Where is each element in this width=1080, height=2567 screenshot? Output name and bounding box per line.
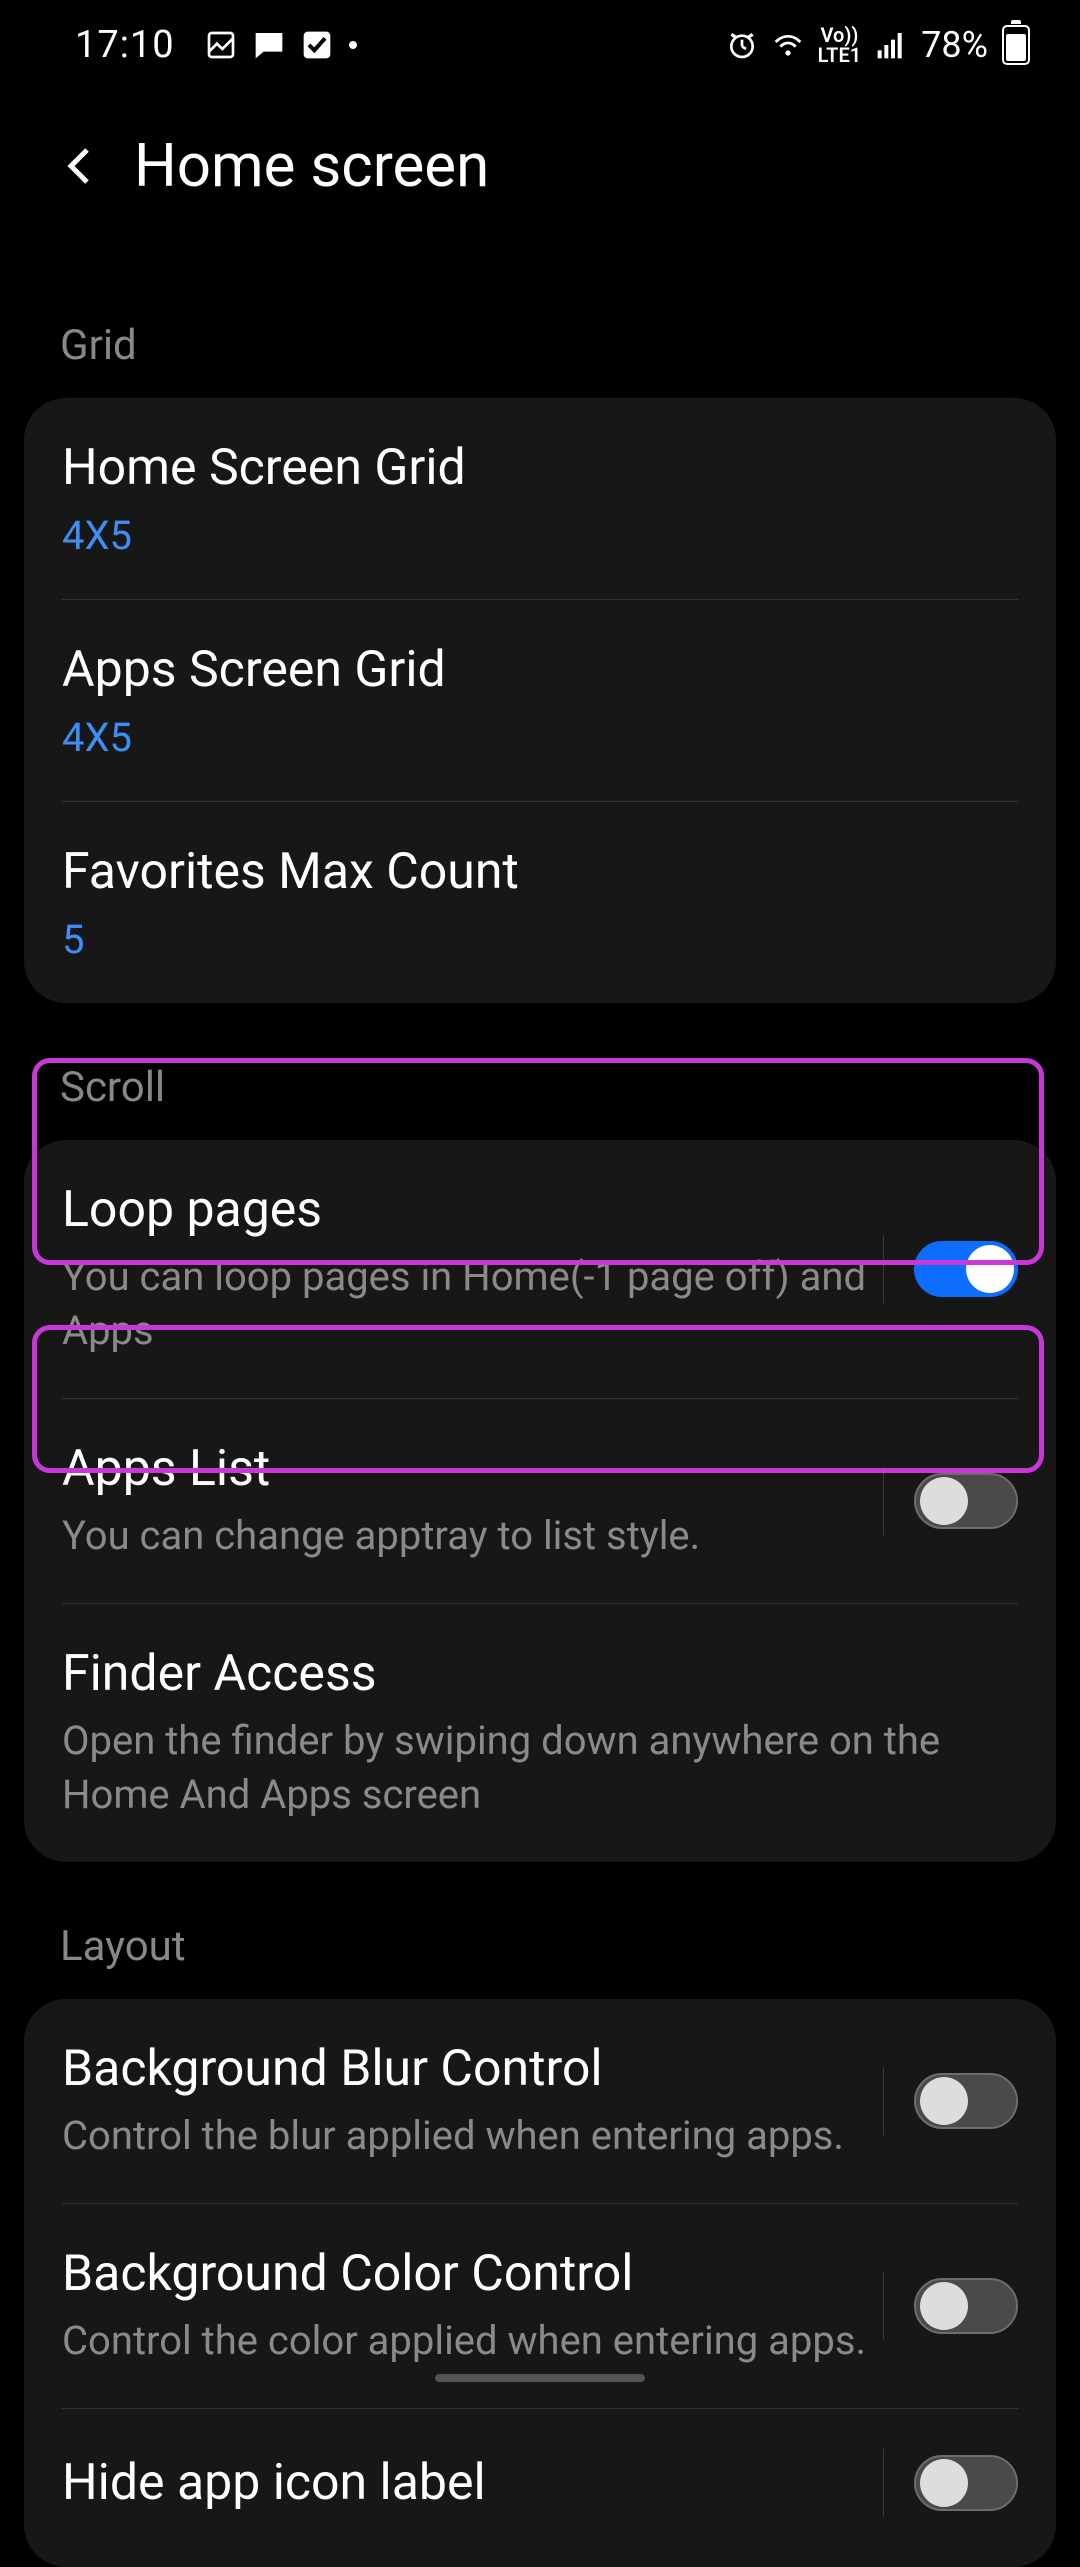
setting-description: You can loop pages in Home(-1 page off) …	[62, 1250, 883, 1358]
section-header-layout: Layout	[0, 1862, 1080, 1999]
signal-icon	[875, 29, 907, 61]
setting-title: Background Color Control	[62, 2244, 883, 2304]
toggle-divider	[883, 1467, 885, 1535]
setting-title: Favorites Max Count	[62, 842, 1018, 902]
background-blur-item[interactable]: Background Blur Control Control the blur…	[24, 1999, 1056, 2203]
status-time: 17:10	[75, 23, 175, 67]
status-bar: 17:10 Vo))LTE1 78%	[0, 0, 1080, 90]
lte-icon: Vo))LTE1	[818, 25, 861, 65]
status-notification-icons	[205, 29, 357, 61]
scroll-card: Loop pages You can loop pages in Home(-1…	[24, 1140, 1056, 1862]
setting-value: 4X5	[62, 512, 1018, 559]
setting-description: Control the color applied when entering …	[62, 2314, 883, 2368]
alarm-icon	[726, 29, 758, 61]
setting-title: Home Screen Grid	[62, 438, 1018, 498]
setting-title: Finder Access	[62, 1644, 1018, 1704]
setting-description: Control the blur applied when entering a…	[62, 2109, 883, 2163]
wifi-icon	[772, 29, 804, 61]
background-blur-toggle[interactable]	[914, 2073, 1018, 2129]
more-dot-icon	[349, 41, 357, 49]
apps-list-toggle[interactable]	[914, 1473, 1018, 1529]
loop-pages-item[interactable]: Loop pages You can loop pages in Home(-1…	[24, 1140, 1056, 1398]
status-right: Vo))LTE1 78%	[726, 24, 1030, 66]
setting-description: Open the finder by swiping down anywhere…	[62, 1714, 1018, 1822]
checkmark-icon	[301, 29, 333, 61]
hide-app-icon-label-item[interactable]: Hide app icon label	[24, 2409, 1056, 2567]
apps-screen-grid-item[interactable]: Apps Screen Grid 4X5	[24, 600, 1056, 801]
toggle-divider	[883, 2272, 885, 2340]
toggle-divider	[883, 1235, 885, 1303]
battery-icon	[1002, 25, 1030, 65]
hide-app-icon-label-toggle[interactable]	[914, 2455, 1018, 2511]
message-icon	[253, 29, 285, 61]
apps-list-item[interactable]: Apps List You can change apptray to list…	[24, 1399, 1056, 1603]
toggle-divider	[883, 2067, 885, 2135]
status-left: 17:10	[75, 23, 357, 67]
grid-card: Home Screen Grid 4X5 Apps Screen Grid 4X…	[24, 398, 1056, 1003]
favorites-max-count-item[interactable]: Favorites Max Count 5	[24, 802, 1056, 1003]
toggle-container	[883, 1235, 1019, 1303]
section-header-grid: Grid	[0, 241, 1080, 398]
setting-description: You can change apptray to list style.	[62, 1509, 883, 1563]
header: Home screen	[0, 90, 1080, 241]
image-icon	[205, 29, 237, 61]
page-title: Home screen	[134, 130, 489, 201]
setting-title: Hide app icon label	[62, 2453, 883, 2513]
battery-percent: 78%	[921, 24, 988, 66]
setting-title: Apps List	[62, 1439, 883, 1499]
nav-indicator[interactable]	[435, 2374, 645, 2382]
home-screen-grid-item[interactable]: Home Screen Grid 4X5	[24, 398, 1056, 599]
background-color-toggle[interactable]	[914, 2278, 1018, 2334]
finder-access-item[interactable]: Finder Access Open the finder by swiping…	[24, 1604, 1056, 1862]
setting-title: Loop pages	[62, 1180, 883, 1240]
setting-value: 4X5	[62, 714, 1018, 761]
setting-title: Apps Screen Grid	[62, 640, 1018, 700]
layout-card: Background Blur Control Control the blur…	[24, 1999, 1056, 2567]
toggle-container	[883, 1467, 1019, 1535]
toggle-container	[883, 2449, 1019, 2517]
toggle-divider	[883, 2449, 885, 2517]
toggle-container	[883, 2067, 1019, 2135]
toggle-container	[883, 2272, 1019, 2340]
setting-value: 5	[62, 916, 1018, 963]
loop-pages-toggle[interactable]	[914, 1241, 1018, 1297]
setting-title: Background Blur Control	[62, 2039, 883, 2099]
section-header-scroll: Scroll	[0, 1003, 1080, 1140]
back-button[interactable]	[56, 141, 106, 191]
